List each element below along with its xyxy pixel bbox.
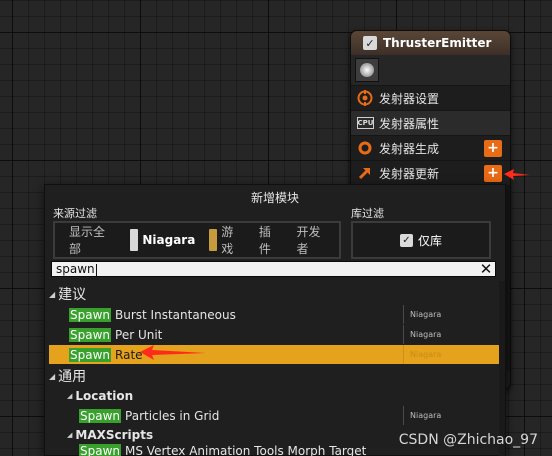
category-label: 通用 [58, 369, 87, 385]
subgroup-location[interactable]: ◢ Location [67, 387, 133, 405]
module-list: ◢ 建议 Spawn Burst Instantaneous Niagara S… [45, 281, 501, 456]
add-module-spawn-button[interactable]: + [484, 140, 502, 157]
add-module-popup: 新增模块 来源过滤 库过滤 显示全部 Niagara 游戏 插件 开发者 ✓ 仅… [44, 184, 506, 456]
item-name: Particles in Grid [125, 408, 220, 423]
expand-triangle-icon: ◢ [67, 392, 73, 400]
node-row-emitter-settings[interactable]: 发射器设置 [351, 85, 510, 110]
emitter-title: ThrusterEmitter [383, 36, 492, 50]
emitter-settings-icon [357, 90, 373, 106]
library-only-checkbox[interactable]: ✓ [399, 233, 413, 247]
filter-plugins-button[interactable]: 插件 [252, 225, 290, 256]
cpu-icon: CPU [357, 117, 374, 129]
list-item-selected[interactable]: Spawn Rate Niagara [49, 345, 500, 364]
node-row-emitter-properties[interactable]: CPU 发射器属性 [351, 110, 510, 135]
sprite-ball-icon [360, 63, 374, 77]
list-item[interactable]: Spawn Burst Instantaneous Niagara [49, 305, 500, 324]
search-input[interactable]: spawn ✕ [51, 261, 496, 277]
emitter-node-header[interactable]: ✓ ThrusterEmitter [351, 31, 510, 55]
game-swatch-icon [209, 229, 218, 251]
node-row-label: 发射器更新 [379, 166, 440, 181]
node-row-label: 发射器设置 [379, 91, 440, 106]
source-filter-label: 来源过滤 [53, 207, 97, 220]
filter-developer-button[interactable]: 开发者 [289, 225, 339, 256]
search-match: Spawn [69, 327, 112, 342]
expand-triangle-icon: ◢ [67, 431, 73, 439]
item-source: Niagara [403, 325, 441, 344]
search-match: Spawn [79, 408, 122, 423]
category-label: 建议 [58, 287, 87, 303]
category-general[interactable]: ◢ 通用 [49, 366, 86, 386]
filter-game-button[interactable]: 游戏 [202, 225, 252, 256]
source-filter-group: 显示全部 Niagara 游戏 插件 开发者 [53, 221, 341, 259]
item-source: Niagara [403, 305, 441, 324]
expand-triangle-icon: ◢ [49, 371, 56, 381]
annotation-arrow-icon [140, 345, 206, 360]
emitter-thumbnail [355, 58, 379, 82]
watermark: CSDN @Zhichao_97 [398, 432, 538, 448]
filter-option-label: 开发者 [296, 225, 321, 256]
filter-option-label: 显示全部 [69, 225, 106, 256]
item-name: Burst Instantaneous [115, 307, 236, 322]
annotation-arrow-icon [504, 169, 530, 180]
search-match: Spawn [79, 444, 122, 456]
search-match: Spawn [69, 307, 112, 322]
item-name: Per Unit [115, 327, 163, 342]
list-scrollbar[interactable] [499, 281, 505, 456]
list-item[interactable]: Spawn Per Unit Niagara [49, 325, 500, 344]
filter-option-label: Niagara [142, 233, 196, 247]
add-module-update-button[interactable]: + [484, 165, 502, 182]
node-row-emitter-update[interactable]: 发射器更新 + [351, 160, 510, 185]
clear-search-icon[interactable]: ✕ [477, 262, 495, 277]
expand-triangle-icon: ◢ [49, 289, 56, 299]
library-only-toggle[interactable]: ✓ 仅库 [393, 229, 449, 251]
item-name: MS Vertex Animation Tools Morph Target [125, 444, 367, 456]
filter-niagara-button[interactable]: Niagara [123, 229, 202, 251]
filter-option-label: 游戏 [221, 225, 234, 256]
orange-ring-icon [357, 140, 373, 156]
library-filter-group: ✓ 仅库 [351, 221, 491, 259]
emitter-enabled-checkbox[interactable]: ✓ [363, 36, 377, 50]
filter-option-label: 插件 [258, 225, 271, 256]
orange-arrow-icon [357, 165, 373, 181]
list-item[interactable]: Spawn Particles in Grid Niagara [49, 406, 500, 425]
filter-show-all-button[interactable]: 显示全部 [62, 225, 123, 256]
popup-title: 新增模块 [250, 191, 299, 205]
subgroup-maxscripts[interactable]: ◢ MAXScripts [67, 426, 153, 444]
category-suggested[interactable]: ◢ 建议 [49, 284, 86, 304]
node-row-label: 发射器生成 [379, 141, 440, 156]
library-filter-label: 库过滤 [351, 207, 384, 220]
node-row-label: 发射器属性 [379, 116, 440, 131]
item-source: Niagara [403, 406, 441, 425]
item-source: Niagara [403, 345, 441, 364]
search-value: spawn [56, 262, 95, 276]
emitter-thumbnail-row [351, 55, 510, 85]
subgroup-label: Location [75, 389, 134, 403]
subgroup-label: MAXScripts [75, 428, 154, 442]
niagara-swatch-icon [130, 229, 139, 251]
node-row-emitter-spawn[interactable]: 发射器生成 + [351, 135, 510, 160]
search-match: Spawn [69, 347, 112, 362]
library-only-label: 仅库 [417, 233, 442, 248]
